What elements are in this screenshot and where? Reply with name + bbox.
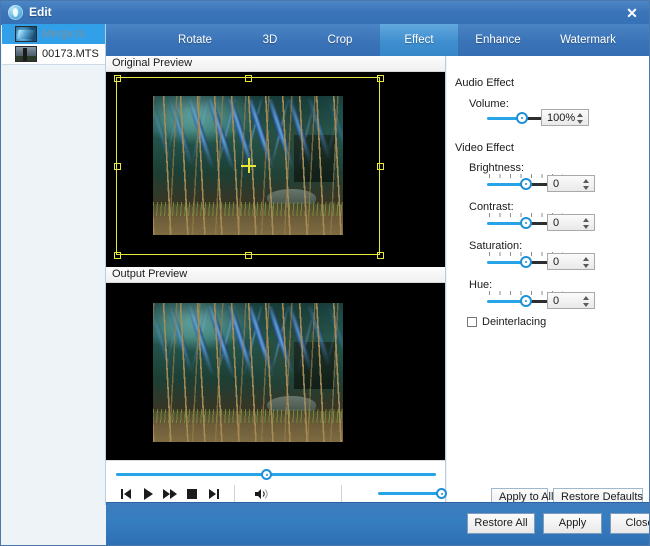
- original-preview-stage[interactable]: [106, 72, 445, 267]
- volume-value: 100%: [547, 112, 575, 124]
- stepper-arrows-icon[interactable]: [583, 295, 590, 308]
- volume-slider[interactable]: [378, 488, 453, 499]
- contrast-handle[interactable]: [520, 217, 532, 229]
- output-video-frame: [153, 303, 343, 442]
- original-preview-title: Original Preview: [106, 56, 445, 72]
- preview-column: Original Preview: [106, 56, 446, 505]
- volume-track: [378, 492, 442, 495]
- brightness-stepper[interactable]: 0: [547, 175, 595, 192]
- output-preview-stage[interactable]: [106, 283, 445, 460]
- file-thumbnail-icon: [15, 26, 37, 42]
- crop-handle-top-center[interactable]: [245, 75, 252, 82]
- volume-stepper[interactable]: 100%: [541, 109, 589, 126]
- contrast-stepper[interactable]: 0: [547, 214, 595, 231]
- saturation-handle[interactable]: [520, 256, 532, 268]
- close-icon[interactable]: ✕: [621, 4, 643, 22]
- effect-settings-panel: Audio Effect Volume: 100% Video Effect B…: [447, 56, 649, 505]
- contrast-label: Contrast:: [469, 201, 514, 213]
- tab-crop[interactable]: Crop: [300, 24, 380, 56]
- file-list: Merge.ts 00173.MTS: [2, 24, 105, 65]
- list-item-00173-mts[interactable]: 00173.MTS: [2, 44, 105, 64]
- scene-stalks: [153, 303, 343, 442]
- crop-handle-bottom-right[interactable]: [377, 252, 384, 259]
- file-name: Merge.ts: [42, 28, 85, 40]
- seek-track: [116, 473, 436, 476]
- transport-bar: 00:02:13/00:05:08: [106, 460, 445, 505]
- hue-stepper[interactable]: 0: [547, 292, 595, 309]
- hue-value: 0: [553, 295, 559, 307]
- list-item-merge-ts[interactable]: Merge.ts: [2, 24, 105, 44]
- restore-all-button[interactable]: Restore All: [467, 513, 535, 534]
- volume-handle[interactable]: [436, 488, 447, 499]
- brightness-value: 0: [553, 178, 559, 190]
- file-name: 00173.MTS: [42, 48, 99, 60]
- volume-handle[interactable]: [516, 112, 528, 124]
- crop-handle-top-right[interactable]: [377, 75, 384, 82]
- output-preview-title: Output Preview: [106, 267, 445, 283]
- play-icon[interactable]: [140, 486, 156, 502]
- hue-label: Hue:: [469, 279, 492, 291]
- saturation-value: 0: [553, 256, 559, 268]
- stepper-arrows-icon[interactable]: [583, 217, 590, 230]
- title-bar: Edit ✕: [1, 1, 649, 25]
- tab-watermark[interactable]: Watermark: [538, 24, 638, 56]
- close-button[interactable]: Close: [610, 513, 650, 534]
- crop-center-crosshair-icon: [241, 158, 256, 173]
- crop-handle-bottom-left[interactable]: [114, 252, 121, 259]
- stepper-arrows-icon[interactable]: [583, 256, 590, 269]
- apply-button[interactable]: Apply: [543, 513, 602, 534]
- divider: [341, 485, 342, 502]
- file-thumbnail-icon: [15, 46, 37, 62]
- contrast-value: 0: [553, 217, 559, 229]
- video-effect-group-title: Video Effect: [455, 142, 514, 154]
- stepper-arrows-icon[interactable]: [577, 112, 584, 125]
- divider: [234, 485, 235, 502]
- volume-label: Volume:: [469, 98, 509, 110]
- seek-slider[interactable]: [116, 469, 436, 479]
- crop-handle-mid-left[interactable]: [114, 163, 121, 170]
- deinterlacing-checkbox-row[interactable]: Deinterlacing: [467, 316, 546, 328]
- dialog-footer: Restore All Apply Close: [106, 502, 649, 545]
- video-scene: [153, 303, 343, 442]
- edit-dialog: Edit ✕ Merge.ts 00173.MTS Rotate 3D Crop…: [0, 0, 650, 546]
- tab-bar: Rotate 3D Crop Effect Enhance Watermark: [106, 24, 650, 56]
- file-sidebar: Merge.ts 00173.MTS: [2, 24, 106, 505]
- skip-previous-icon[interactable]: [118, 486, 134, 502]
- skip-next-icon[interactable]: [206, 486, 222, 502]
- crop-handle-bottom-center[interactable]: [245, 252, 252, 259]
- crop-handle-top-left[interactable]: [114, 75, 121, 82]
- tab-3d[interactable]: 3D: [240, 24, 300, 56]
- tab-effect[interactable]: Effect: [380, 24, 458, 56]
- saturation-stepper[interactable]: 0: [547, 253, 595, 270]
- seek-handle[interactable]: [261, 469, 272, 480]
- app-globe-icon: [8, 5, 23, 20]
- stepper-arrows-icon[interactable]: [583, 178, 590, 191]
- brightness-handle[interactable]: [520, 178, 532, 190]
- crop-handle-mid-right[interactable]: [377, 163, 384, 170]
- stop-icon[interactable]: [184, 486, 200, 502]
- fast-forward-icon[interactable]: [162, 486, 178, 502]
- window-title: Edit: [29, 5, 52, 19]
- checkbox-icon[interactable]: [467, 317, 477, 327]
- audio-effect-group-title: Audio Effect: [455, 77, 514, 89]
- saturation-label: Saturation:: [469, 240, 522, 252]
- speaker-icon[interactable]: [254, 486, 270, 502]
- deinterlacing-label: Deinterlacing: [482, 316, 546, 328]
- hue-handle[interactable]: [520, 295, 532, 307]
- tab-rotate[interactable]: Rotate: [150, 24, 240, 56]
- brightness-label: Brightness:: [469, 162, 524, 174]
- tab-enhance[interactable]: Enhance: [458, 24, 538, 56]
